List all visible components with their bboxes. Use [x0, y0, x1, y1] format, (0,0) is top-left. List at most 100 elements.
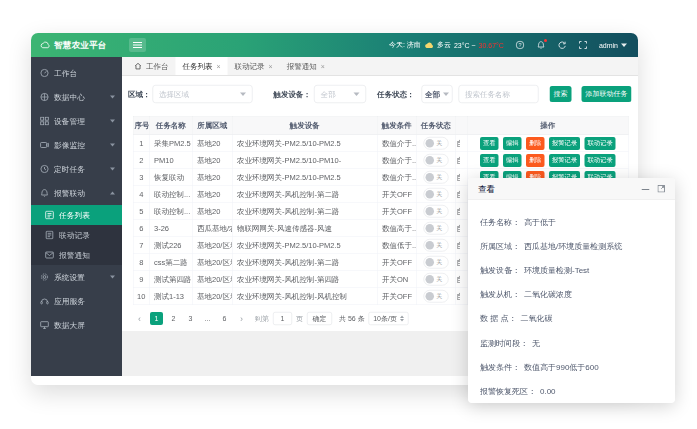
- page-number-button[interactable]: 3: [184, 312, 197, 325]
- cell-task-name: 恢复联动: [149, 169, 192, 186]
- region-select[interactable]: 选择区域: [153, 85, 253, 103]
- weather-cloud-icon: [424, 40, 434, 50]
- sidebar-subitem[interactable]: 报警通知: [31, 245, 122, 265]
- action-button[interactable]: 查看: [480, 154, 499, 167]
- add-linkage-task-button[interactable]: 添加联动任务: [582, 86, 632, 102]
- action-button[interactable]: 联动记录: [585, 154, 616, 167]
- chevron-down-icon: [443, 92, 449, 96]
- cell-device: 农业环境网关-风机控制-风机控制: [232, 288, 377, 305]
- delete-button[interactable]: 删除: [526, 137, 545, 150]
- close-icon[interactable]: ×: [321, 62, 325, 70]
- record-icon: [45, 231, 54, 240]
- close-icon[interactable]: ×: [217, 62, 221, 70]
- status-toggle[interactable]: 关: [423, 290, 448, 303]
- status-toggle[interactable]: 关: [423, 205, 448, 218]
- close-icon[interactable]: ×: [269, 62, 273, 70]
- status-toggle[interactable]: 关: [423, 154, 448, 167]
- cell-index: 1: [133, 135, 149, 152]
- page-number-button[interactable]: 2: [167, 312, 180, 325]
- device-label: 触发设备：: [274, 89, 312, 99]
- sidebar-item[interactable]: 影像监控: [31, 133, 122, 157]
- next-page-button[interactable]: ›: [235, 312, 248, 325]
- tab-label: 联动记录: [235, 61, 265, 71]
- field-value: 环境质量检测-Test: [524, 265, 589, 276]
- prev-page-button[interactable]: ‹: [133, 312, 146, 325]
- sidebar-submenu: 任务列表联动记录报警通知: [31, 205, 122, 265]
- status-toggle[interactable]: 关: [423, 188, 448, 201]
- action-button[interactable]: 联动记录: [585, 137, 616, 150]
- status-select[interactable]: 全部: [422, 85, 453, 103]
- tab-item[interactable]: 报警通知×: [280, 57, 332, 75]
- action-button[interactable]: 查看: [480, 137, 499, 150]
- confirm-button[interactable]: 确定: [307, 312, 332, 325]
- cell-device: 农业环境网关-风机控制-第二路: [232, 254, 377, 271]
- cell-condition: 数值低于...: [377, 237, 416, 254]
- tab-item[interactable]: 工作台: [127, 57, 176, 75]
- tab-item[interactable]: 联动记录 ×: [228, 57, 280, 75]
- action-button[interactable]: 编辑: [503, 137, 522, 150]
- sidebar-subitem[interactable]: 任务列表: [31, 205, 122, 225]
- cell-condition: 开关OFF: [377, 203, 416, 220]
- sidebar-item-label: 应用服务: [54, 296, 85, 307]
- status-toggle[interactable]: 关: [423, 239, 448, 252]
- tab-active[interactable]: 任务列表 ×: [176, 57, 228, 75]
- cell-region: 基地20: [192, 169, 232, 186]
- refresh-icon[interactable]: [557, 40, 567, 50]
- cell-index: 3: [133, 169, 149, 186]
- sidebar-item[interactable]: 设备管理: [31, 109, 122, 133]
- cell-condition: 数值介于...: [377, 169, 416, 186]
- tab-label: 任务列表: [183, 61, 213, 71]
- cell-clipped: 自动: [455, 169, 467, 186]
- page-size-select[interactable]: 10条/页: [369, 312, 409, 325]
- sidebar-item[interactable]: 数据中心: [31, 85, 122, 109]
- fullscreen-icon[interactable]: [578, 40, 588, 50]
- help-icon[interactable]: ?: [515, 40, 525, 50]
- sidebar-subitem[interactable]: 联动记录: [31, 225, 122, 245]
- column-header: 触发设备: [232, 116, 377, 135]
- status-toggle[interactable]: 关: [423, 222, 448, 235]
- status-toggle[interactable]: 关: [423, 171, 448, 184]
- sidebar-item[interactable]: 数据大屏: [31, 313, 122, 337]
- cell-status: 关: [416, 186, 455, 203]
- action-button[interactable]: 报警记录: [549, 154, 580, 167]
- status-toggle[interactable]: 关: [423, 273, 448, 286]
- search-button[interactable]: 搜索: [550, 86, 572, 102]
- menu-toggle-button[interactable]: [129, 38, 146, 52]
- sidebar-item[interactable]: 报警联动: [31, 181, 122, 205]
- user-menu[interactable]: admin: [599, 41, 627, 49]
- dialog-field: 触发从机：二氧化碳浓度: [480, 283, 663, 307]
- delete-button[interactable]: 删除: [526, 154, 545, 167]
- sidebar-item[interactable]: 应用服务: [31, 289, 122, 313]
- action-button[interactable]: 报警记录: [549, 137, 580, 150]
- cell-region: 基地20: [192, 135, 232, 152]
- status-toggle[interactable]: 关: [423, 256, 448, 269]
- cell-clipped: 自动: [455, 271, 467, 288]
- cell-condition: 数值介于...: [377, 135, 416, 152]
- field-label: 所属区域：: [480, 241, 520, 252]
- cell-status: 关: [416, 169, 455, 186]
- action-button[interactable]: 编辑: [503, 154, 522, 167]
- cell-condition: 开关ON: [377, 271, 416, 288]
- field-label: 触发条件：: [480, 362, 520, 373]
- sidebar-item[interactable]: 工作台: [31, 61, 122, 85]
- dialog-body: 任务名称：高于低于所属区域：西瓜基地/环境质量检测系统触发设备：环境质量检测-T…: [468, 200, 675, 403]
- search-placeholder: 搜索任务名称: [465, 89, 510, 99]
- device-select[interactable]: 全部: [314, 85, 366, 103]
- page-number-button[interactable]: 1: [150, 312, 163, 325]
- notification-bell-icon[interactable]: [536, 40, 546, 50]
- chevron-up-icon: [110, 192, 115, 195]
- sidebar: 工作台数据中心设备管理影像监控定时任务报警联动任务列表联动记录报警通知系统设置应…: [31, 57, 122, 376]
- cell-region: 基地20/区域20: [192, 254, 232, 271]
- cell-task-name: 测试第四路: [149, 271, 192, 288]
- status-toggle[interactable]: 关: [423, 137, 448, 150]
- page-number-button[interactable]: 6: [218, 312, 231, 325]
- minimize-icon[interactable]: [642, 185, 650, 193]
- status-label: 任务状态：: [377, 89, 415, 99]
- search-input[interactable]: 搜索任务名称: [459, 85, 539, 103]
- expand-icon[interactable]: [658, 185, 666, 193]
- cell-task-name: PM10: [149, 152, 192, 169]
- sidebar-item[interactable]: 定时任务: [31, 157, 122, 181]
- sidebar-item[interactable]: 系统设置: [31, 265, 122, 289]
- cell-index: 5: [133, 203, 149, 220]
- jump-page-input[interactable]: 1: [273, 312, 292, 325]
